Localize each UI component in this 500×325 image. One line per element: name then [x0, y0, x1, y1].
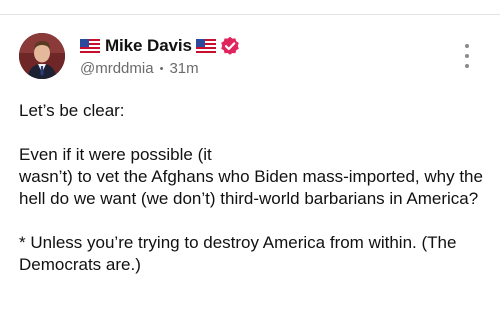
divider [0, 14, 500, 15]
more-options-button[interactable] [458, 44, 476, 68]
us-flag-icon [80, 39, 100, 53]
post-paragraph: Even if it were possible (it wasn’t) to … [19, 145, 483, 208]
post-card: Mike Davis @mrddmia • 31m Let’s be clear… [0, 0, 500, 325]
post-header: Mike Davis @mrddmia • 31m [80, 36, 240, 77]
more-dot [465, 54, 469, 58]
meta-separator: • [159, 62, 164, 75]
author-meta-row: @mrddmia • 31m [80, 60, 240, 77]
post-timestamp[interactable]: 31m [169, 60, 198, 77]
avatar-image [19, 33, 65, 79]
post-paragraph: * Unless you’re trying to destroy Americ… [19, 233, 457, 274]
us-flag-icon [195, 39, 216, 53]
verified-badge-icon [220, 36, 240, 56]
more-vertical-icon [465, 44, 469, 48]
author-handle[interactable]: @mrddmia [80, 60, 154, 77]
author-display-name[interactable]: Mike Davis [105, 36, 192, 56]
post-body: Let’s be clear: Even if it were possible… [19, 100, 489, 276]
post-paragraph: Let’s be clear: [19, 101, 125, 120]
avatar[interactable] [19, 33, 65, 79]
more-dot [465, 64, 469, 68]
author-name-row: Mike Davis [80, 36, 240, 56]
